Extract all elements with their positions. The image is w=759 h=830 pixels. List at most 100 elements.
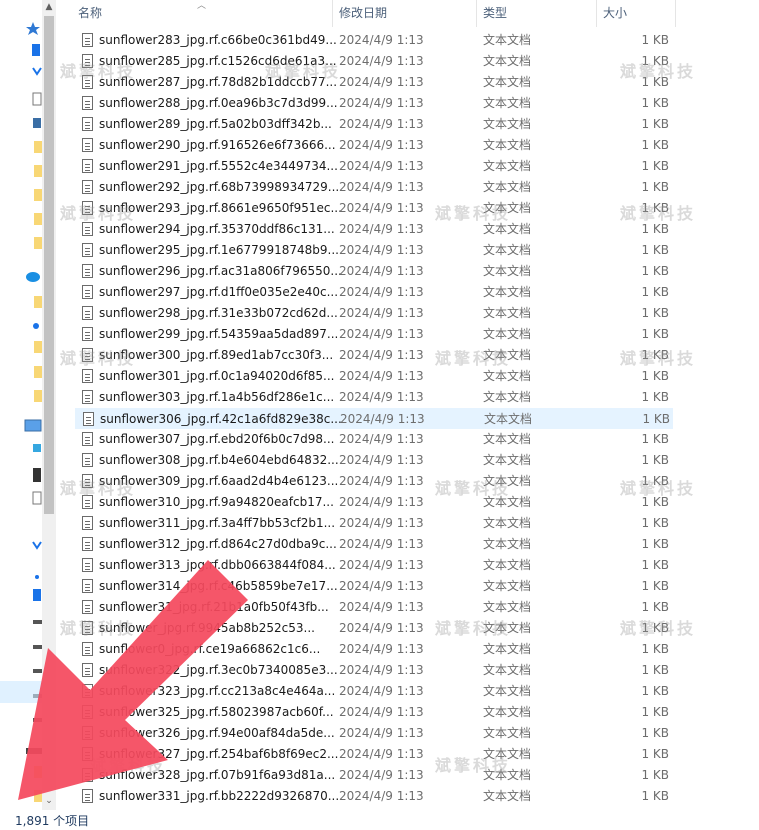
file-name[interactable]: sunflower293_jpg.rf.8661e9650f951ec...: [99, 198, 342, 219]
file-name[interactable]: sunflower296_jpg.rf.ac31a806f796550...: [99, 261, 342, 282]
file-row[interactable]: sunflower328_jpg.rf.07b91f6a93d81a... 202…: [75, 765, 673, 786]
file-name[interactable]: sunflower303_jpg.rf.1a4b56df286e1c...: [99, 387, 334, 408]
file-size: 1 KB: [641, 348, 669, 362]
file-row[interactable]: sunflower_jpg.rf.9945ab8b252c53... 2024/4…: [75, 618, 673, 639]
file-row[interactable]: sunflower296_jpg.rf.ac31a806f796550... 20…: [75, 261, 673, 282]
file-name[interactable]: sunflower326_jpg.rf.94e00af84da5de...: [99, 723, 335, 744]
file-name[interactable]: sunflower308_jpg.rf.b4e604ebd64832...: [99, 450, 339, 471]
file-name[interactable]: sunflower297_jpg.rf.d1ff0e035e2e40c...: [99, 282, 338, 303]
file-text-icon: [82, 159, 93, 173]
file-row[interactable]: sunflower310_jpg.rf.9a94820eafcb17... 202…: [75, 492, 673, 513]
file-name[interactable]: sunflower310_jpg.rf.9a94820eafcb17...: [99, 492, 334, 513]
file-name[interactable]: sunflower287_jpg.rf.78d82b1ddccb77...: [99, 72, 337, 93]
file-date: 2024/4/9 1:13: [339, 642, 424, 656]
file-row[interactable]: sunflower290_jpg.rf.916526e6f73666... 202…: [75, 135, 673, 156]
file-row[interactable]: sunflower292_jpg.rf.68b73998934729... 202…: [75, 177, 673, 198]
file-name[interactable]: sunflower285_jpg.rf.c1526cd6de61a3...: [99, 51, 337, 72]
file-row[interactable]: sunflower314_jpg.rf.c46b5859be7e17... 202…: [75, 576, 673, 597]
file-name[interactable]: sunflower0_jpg.rf.ce19a66862c1c6...: [99, 639, 320, 660]
file-name[interactable]: sunflower306_jpg.rf.42c1a6fd829e38c...: [100, 409, 342, 430]
file-type: 文本文档: [483, 600, 532, 614]
file-date: 2024/4/9 1:13: [339, 201, 424, 215]
file-row[interactable]: sunflower311_jpg.rf.3a4ff7bb53cf2b1... 20…: [75, 513, 673, 534]
file-name[interactable]: sunflower331_jpg.rf.bb2222d9326870...: [99, 786, 339, 807]
column-divider[interactable]: [675, 0, 676, 27]
file-row[interactable]: sunflower299_jpg.rf.54359aa5dad897... 202…: [75, 324, 673, 345]
file-name[interactable]: sunflower327_jpg.rf.254baf6b8f69ec2...: [99, 744, 338, 765]
scroll-down-icon[interactable]: ⌄: [42, 794, 56, 808]
scroll-up-icon[interactable]: ▲: [42, 0, 56, 14]
file-row[interactable]: sunflower283_jpg.rf.c66be0c361bd49... 202…: [75, 30, 673, 51]
file-name[interactable]: sunflower291_jpg.rf.5552c4e3449734...: [99, 156, 338, 177]
file-row[interactable]: sunflower293_jpg.rf.8661e9650f951ec... 20…: [75, 198, 673, 219]
file-row[interactable]: sunflower313_jpg.rf.dbb0663844f084... 202…: [75, 555, 673, 576]
file-name[interactable]: sunflower314_jpg.rf.c46b5859be7e17...: [99, 576, 338, 597]
file-name[interactable]: sunflower300_jpg.rf.89ed1ab7cc30f3...: [99, 345, 333, 366]
file-date: 2024/4/9 1:13: [339, 663, 424, 677]
folder-icon: [34, 213, 42, 225]
column-name[interactable]: 名称: [72, 0, 332, 27]
file-name[interactable]: sunflower290_jpg.rf.916526e6f73666...: [99, 135, 336, 156]
file-row[interactable]: sunflower287_jpg.rf.78d82b1ddccb77... 202…: [75, 72, 673, 93]
file-row[interactable]: sunflower325_jpg.rf.58023987acb60f... 202…: [75, 702, 673, 723]
column-date[interactable]: 修改日期: [333, 0, 476, 27]
navigation-pane: ▲ ⌄: [0, 0, 57, 810]
file-row[interactable]: sunflower298_jpg.rf.31e33b072cd62d... 202…: [75, 303, 673, 324]
file-name[interactable]: sunflower322_jpg.rf.3ec0b7340085e3...: [99, 660, 338, 681]
file-row[interactable]: sunflower289_jpg.rf.5a02b03dff342b... 202…: [75, 114, 673, 135]
nav-selected-item[interactable]: [0, 681, 42, 703]
file-name[interactable]: sunflower298_jpg.rf.31e33b072cd62d...: [99, 303, 338, 324]
file-row[interactable]: sunflower307_jpg.rf.ebd20f6b0c7d98... 202…: [75, 429, 673, 450]
file-type: 文本文档: [483, 621, 532, 635]
file-date: 2024/4/9 1:13: [339, 264, 424, 278]
file-row[interactable]: sunflower327_jpg.rf.254baf6b8f69ec2... 20…: [75, 744, 673, 765]
file-date: 2024/4/9 1:13: [339, 747, 424, 761]
file-row[interactable]: sunflower303_jpg.rf.1a4b56df286e1c... 202…: [75, 387, 673, 408]
file-name[interactable]: sunflower307_jpg.rf.ebd20f6b0c7d98...: [99, 429, 334, 450]
file-row[interactable]: sunflower326_jpg.rf.94e00af84da5de... 202…: [75, 723, 673, 744]
file-row[interactable]: sunflower285_jpg.rf.c1526cd6de61a3... 202…: [75, 51, 673, 72]
column-type[interactable]: 类型: [477, 0, 596, 27]
nav-scrollbar-thumb[interactable]: [44, 16, 54, 514]
file-name[interactable]: sunflower295_jpg.rf.1e6779918748b9...: [99, 240, 339, 261]
file-row[interactable]: sunflower295_jpg.rf.1e6779918748b9... 202…: [75, 240, 673, 261]
file-name[interactable]: sunflower288_jpg.rf.0ea96b3c7d3d99...: [99, 93, 338, 114]
file-name[interactable]: sunflower325_jpg.rf.58023987acb60f...: [99, 702, 334, 723]
file-row[interactable]: sunflower288_jpg.rf.0ea96b3c7d3d99... 202…: [75, 93, 673, 114]
file-name[interactable]: sunflower309_jpg.rf.6aad2d4b4e6123...: [99, 471, 338, 492]
file-name[interactable]: sunflower292_jpg.rf.68b73998934729...: [99, 177, 339, 198]
file-row[interactable]: sunflower301_jpg.rf.0c1a94020d6f85... 202…: [75, 366, 673, 387]
file-name[interactable]: sunflower323_jpg.rf.cc213a8c4e464a...: [99, 681, 335, 702]
file-name[interactable]: sunflower283_jpg.rf.c66be0c361bd49...: [99, 30, 337, 51]
file-row[interactable]: sunflower309_jpg.rf.6aad2d4b4e6123... 202…: [75, 471, 673, 492]
file-row[interactable]: sunflower308_jpg.rf.b4e604ebd64832... 202…: [75, 450, 673, 471]
file-name[interactable]: sunflower301_jpg.rf.0c1a94020d6f85...: [99, 366, 334, 387]
file-row[interactable]: sunflower294_jpg.rf.35370ddf86c131... 202…: [75, 219, 673, 240]
file-name[interactable]: sunflower311_jpg.rf.3a4ff7bb53cf2b1...: [99, 513, 335, 534]
file-name[interactable]: sunflower299_jpg.rf.54359aa5dad897...: [99, 324, 338, 345]
file-row[interactable]: sunflower297_jpg.rf.d1ff0e035e2e40c... 20…: [75, 282, 673, 303]
file-row[interactable]: sunflower312_jpg.rf.d864c27d0dba9c... 202…: [75, 534, 673, 555]
file-row[interactable]: sunflower31_jpg.rf.21b1a0fb50f43fb... 202…: [75, 597, 673, 618]
file-row[interactable]: sunflower331_jpg.rf.bb2222d9326870... 202…: [75, 786, 673, 807]
file-text-icon: [82, 33, 93, 47]
file-row[interactable]: sunflower323_jpg.rf.cc213a8c4e464a... 202…: [75, 681, 673, 702]
file-name[interactable]: sunflower_jpg.rf.9945ab8b252c53...: [99, 618, 315, 639]
file-type: 文本文档: [483, 180, 532, 194]
file-name[interactable]: sunflower289_jpg.rf.5a02b03dff342b...: [99, 114, 332, 135]
file-name[interactable]: sunflower313_jpg.rf.dbb0663844f084...: [99, 555, 336, 576]
file-row[interactable]: sunflower0_jpg.rf.ce19a66862c1c6... 2024/…: [75, 639, 673, 660]
file-row[interactable]: sunflower322_jpg.rf.3ec0b7340085e3... 202…: [75, 660, 673, 681]
file-row[interactable]: sunflower291_jpg.rf.5552c4e3449734... 202…: [75, 156, 673, 177]
column-size[interactable]: 大小: [597, 0, 675, 27]
documents-icon: [32, 92, 42, 106]
file-name[interactable]: sunflower294_jpg.rf.35370ddf86c131...: [99, 219, 335, 240]
file-name[interactable]: sunflower312_jpg.rf.d864c27d0dba9c...: [99, 534, 337, 555]
file-date: 2024/4/9 1:13: [339, 684, 424, 698]
file-name[interactable]: sunflower31_jpg.rf.21b1a0fb50f43fb...: [99, 597, 329, 618]
file-row[interactable]: sunflower300_jpg.rf.89ed1ab7cc30f3... 202…: [75, 345, 673, 366]
desktop-icon: [33, 589, 41, 601]
file-name[interactable]: sunflower328_jpg.rf.07b91f6a93d81a...: [99, 765, 335, 786]
file-row[interactable]: sunflower306_jpg.rf.42c1a6fd829e38c... 20…: [75, 408, 673, 429]
file-size: 1 KB: [641, 180, 669, 194]
